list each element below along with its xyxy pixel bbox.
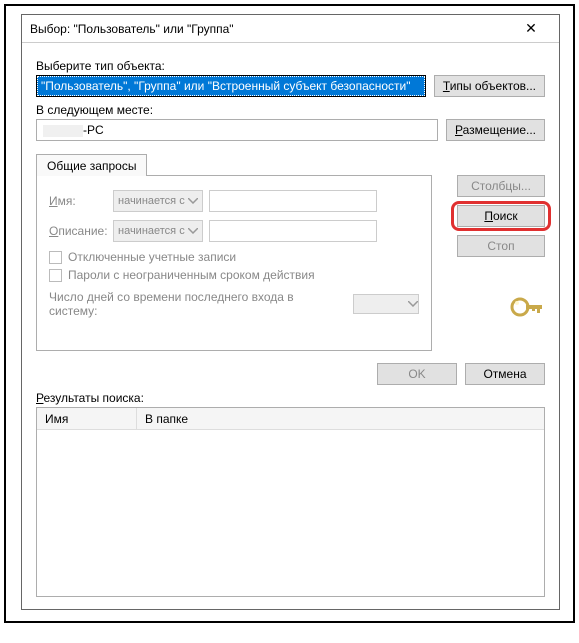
dialog-window: Выбор: "Пользователь" или "Группа" ✕ Выб… (21, 14, 560, 610)
object-types-button[interactable]: Типы объектов... (434, 75, 545, 97)
close-icon: ✕ (525, 20, 537, 37)
location-label: В следующем месте: (36, 103, 545, 117)
close-button[interactable]: ✕ (511, 17, 551, 41)
name-filter-input (209, 190, 377, 212)
password-checkbox-row: Пароли с неограниченным сроком действия (49, 268, 419, 282)
column-name[interactable]: Имя (37, 408, 137, 429)
name-filter-label: Имя: (49, 194, 107, 208)
object-type-label: Выберите тип объекта: (36, 59, 545, 73)
results-list[interactable]: Имя В папке (36, 407, 545, 597)
stop-button: Стоп (457, 235, 545, 257)
location-field[interactable]: -PC (36, 119, 438, 141)
chevron-down-icon (188, 228, 198, 234)
search-key-icon (509, 295, 545, 319)
redacted-block (43, 125, 83, 137)
tab-common-queries[interactable]: Общие запросы (36, 154, 147, 176)
cancel-button[interactable]: Отмена (465, 363, 545, 385)
disabled-accounts-checkbox (49, 251, 62, 264)
ok-button: OK (377, 363, 457, 385)
results-label: Результаты поиска: (36, 391, 545, 405)
columns-button: Столбцы... (457, 175, 545, 197)
tab-panel-common: Имя: начинается с Описание: начинается с (36, 175, 432, 351)
days-spinner (353, 294, 419, 314)
window-title: Выбор: "Пользователь" или "Группа" (30, 22, 511, 36)
days-label: Число дней со времени последнего входа в… (49, 290, 345, 318)
column-folder[interactable]: В папке (137, 408, 544, 429)
chevron-down-icon (408, 301, 418, 307)
chevron-down-icon (188, 198, 198, 204)
location-button[interactable]: Размещение... (446, 119, 545, 141)
desc-match-combo: начинается с (113, 220, 203, 242)
search-button[interactable]: Поиск (457, 205, 545, 227)
disabled-accounts-checkbox-row: Отключенные учетные записи (49, 250, 419, 264)
desc-filter-input (209, 220, 377, 242)
password-checkbox (49, 269, 62, 282)
name-match-combo: начинается с (113, 190, 203, 212)
object-type-field[interactable]: "Пользователь", "Группа" или "Встроенный… (36, 75, 426, 97)
results-header: Имя В папке (37, 408, 544, 430)
titlebar: Выбор: "Пользователь" или "Группа" ✕ (22, 15, 559, 43)
desc-filter-label: Описание: (49, 224, 107, 238)
